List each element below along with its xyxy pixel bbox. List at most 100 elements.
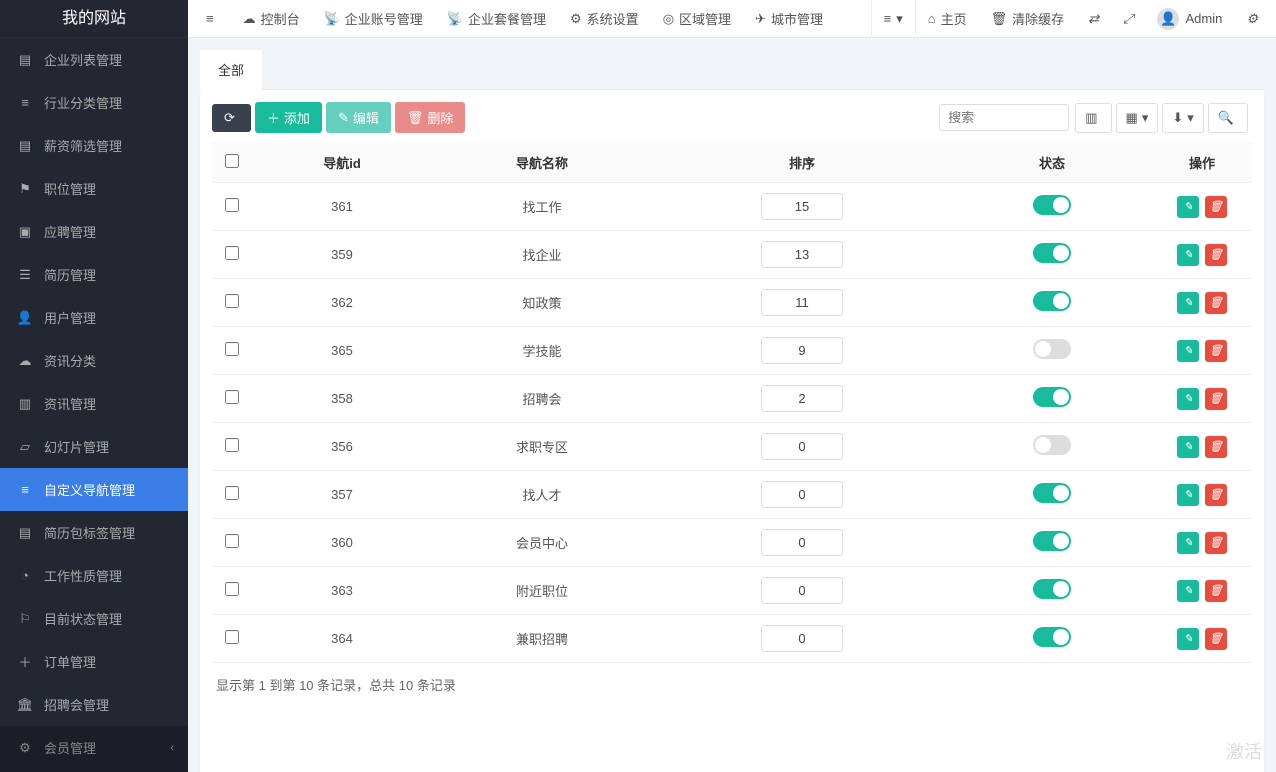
row-edit-button[interactable]: ✎ [1177,484,1199,506]
sidebar-item[interactable]: ▱幻灯片管理 [0,425,188,468]
sort-input[interactable] [761,625,843,652]
th-name[interactable]: 导航名称 [432,143,652,183]
row-checkbox[interactable] [225,582,239,596]
sidebar-item[interactable]: ⚐目前状态管理 [0,597,188,640]
sidebar-section[interactable]: ⚙会员管理‹ [0,726,188,769]
sort-input[interactable] [761,193,843,220]
fullscreen-toggle[interactable]: ⤢ [1111,0,1145,38]
row-edit-button[interactable]: ✎ [1177,532,1199,554]
menu-icon: ▤ [16,525,34,541]
row-edit-button[interactable]: ✎ [1177,388,1199,410]
row-delete-button[interactable]: 🗑 [1205,628,1227,650]
list-mode-dropdown[interactable]: ≡ ▾ [871,0,916,38]
home-link[interactable]: ⌂主页 [916,0,979,38]
lang-toggle[interactable]: ⇄ [1076,0,1111,38]
sort-input[interactable] [761,385,843,412]
row-edit-button[interactable]: ✎ [1177,292,1199,314]
status-toggle[interactable] [1033,483,1071,503]
select-all-checkbox[interactable] [225,154,239,168]
sidebar-item[interactable]: ☰简历管理 [0,253,188,296]
columns-button[interactable]: ▥ [1075,103,1111,133]
row-checkbox[interactable] [225,486,239,500]
sidebar-item[interactable]: ⚑职位管理 [0,167,188,210]
row-delete-button[interactable]: 🗑 [1205,196,1227,218]
row-delete-button[interactable]: 🗑 [1205,484,1227,506]
row-checkbox[interactable] [225,294,239,308]
status-toggle[interactable] [1033,387,1071,407]
status-toggle[interactable] [1033,195,1071,215]
row-delete-button[interactable]: 🗑 [1205,532,1227,554]
sidebar-item[interactable]: ▤简历包标签管理 [0,511,188,554]
add-button[interactable]: ＋添加 [255,102,322,133]
th-id[interactable]: 导航id [252,143,432,183]
cell-name: 兼职招聘 [432,615,652,663]
topnav-item[interactable]: 📡企业套餐管理 [435,0,558,38]
status-toggle[interactable] [1033,435,1071,455]
row-delete-button[interactable]: 🗑 [1205,580,1227,602]
row-edit-button[interactable]: ✎ [1177,340,1199,362]
row-delete-button[interactable]: 🗑 [1205,340,1227,362]
topnav-item[interactable]: ◎区域管理 [651,0,743,38]
sidebar-item[interactable]: ☁资讯分类 [0,339,188,382]
refresh-button[interactable]: ⟳ [212,104,251,132]
sidebar-item[interactable]: 👤用户管理 [0,296,188,339]
topnav-item[interactable]: 📡企业账号管理 [312,0,435,38]
row-delete-button[interactable]: 🗑 [1205,436,1227,458]
export-button[interactable]: ⬇ ▾ [1162,103,1203,133]
status-toggle[interactable] [1033,627,1071,647]
sort-input[interactable] [761,577,843,604]
tab-all[interactable]: 全部 [200,50,262,90]
sort-input[interactable] [761,433,843,460]
row-checkbox[interactable] [225,342,239,356]
topnav-item[interactable]: ⚙系统设置 [558,0,651,38]
th-sort[interactable]: 排序 [652,143,952,183]
search-button[interactable]: 🔍 [1208,103,1248,133]
search-input[interactable] [939,104,1069,131]
row-checkbox[interactable] [225,534,239,548]
user-menu[interactable]: 👤 Admin [1145,0,1234,38]
delete-button[interactable]: 🗑删除 [395,102,466,133]
row-checkbox[interactable] [225,198,239,212]
sidebar-item[interactable]: ▤企业列表管理 [0,38,188,81]
row-edit-button[interactable]: ✎ [1177,628,1199,650]
sidebar-item[interactable]: ≡行业分类管理 [0,81,188,124]
sort-input[interactable] [761,337,843,364]
row-delete-button[interactable]: 🗑 [1205,388,1227,410]
nav-toggle[interactable]: ≡ [194,0,231,38]
sidebar-item[interactable]: ＋订单管理 [0,640,188,683]
topnav-item[interactable]: ✈城市管理 [743,0,835,38]
row-delete-button[interactable]: 🗑 [1205,292,1227,314]
sidebar-item[interactable]: ≡自定义导航管理 [0,468,188,511]
status-toggle[interactable] [1033,531,1071,551]
row-checkbox[interactable] [225,438,239,452]
edit-button[interactable]: ✎编辑 [326,102,391,133]
settings-button[interactable]: ⚙ [1234,0,1270,38]
grid-button[interactable]: ▦ ▾ [1116,103,1159,133]
clear-cache[interactable]: 🗑清除缓存 [979,0,1077,38]
menu-icon: ▤ [16,138,34,154]
row-edit-button[interactable]: ✎ [1177,580,1199,602]
row-checkbox[interactable] [225,246,239,260]
topnav-item[interactable]: ☁控制台 [231,0,312,38]
row-delete-button[interactable]: 🗑 [1205,244,1227,266]
status-toggle[interactable] [1033,579,1071,599]
sort-input[interactable] [761,241,843,268]
status-toggle[interactable] [1033,291,1071,311]
sidebar-item[interactable]: ▥资讯管理 [0,382,188,425]
row-edit-button[interactable]: ✎ [1177,244,1199,266]
status-toggle[interactable] [1033,243,1071,263]
row-checkbox[interactable] [225,630,239,644]
sidebar-item[interactable]: ▣应聘管理 [0,210,188,253]
row-edit-button[interactable]: ✎ [1177,196,1199,218]
sort-input[interactable] [761,289,843,316]
status-toggle[interactable] [1033,339,1071,359]
sort-input[interactable] [761,529,843,556]
row-edit-button[interactable]: ✎ [1177,436,1199,458]
th-status[interactable]: 状态 [952,143,1152,183]
sidebar-item[interactable]: ◔工作性质管理 [0,554,188,597]
trash-icon: 🗑 [1209,632,1223,645]
row-checkbox[interactable] [225,390,239,404]
sidebar-item[interactable]: 🏛招聘会管理 [0,683,188,726]
sidebar-item[interactable]: ▤薪资筛选管理 [0,124,188,167]
sort-input[interactable] [761,481,843,508]
